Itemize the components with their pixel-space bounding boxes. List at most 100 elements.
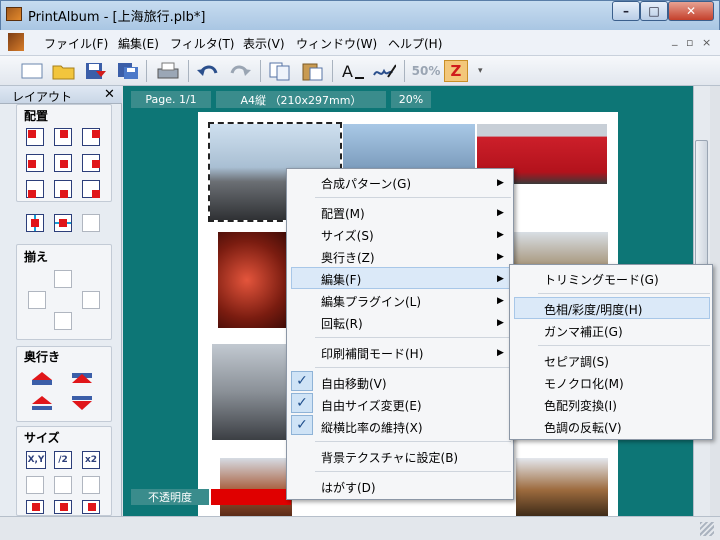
toolbar-overflow-icon[interactable]: ▾ [478,66,483,76]
size-half-button[interactable]: /2 [54,451,72,469]
app-icon [6,7,22,21]
mdi-close-button[interactable]: × [702,36,711,49]
align-bottom-icon[interactable] [54,312,72,330]
save-as-icon[interactable] [116,60,140,82]
resize-grip-icon[interactable] [700,522,714,536]
menu-item-size[interactable]: サイズ(S) [321,227,374,244]
menu-window[interactable]: ウィンドウ(W) [296,35,377,52]
menu-item-keep-aspect[interactable]: 縦横比率の維持(X) [321,419,423,436]
panel-close-icon[interactable]: ✕ [104,87,115,102]
size-double-button[interactable]: x2 [82,451,100,469]
place-position-7-icon[interactable] [26,180,44,198]
expand-icon[interactable] [26,500,44,514]
menu-file[interactable]: ファイル(F) [44,35,108,52]
submenu-item-invert[interactable]: 色調の反転(V) [544,419,622,436]
status-bar [0,516,720,540]
place-position-8-icon[interactable] [54,180,72,198]
place-position-2-icon[interactable] [54,128,72,146]
panel-title: レイアウト [12,90,73,104]
print-icon[interactable] [156,60,180,82]
grid-arrange-icon[interactable] [82,214,100,232]
close-button[interactable]: ✕ [668,1,714,21]
copy-icon[interactable] [268,60,292,82]
submenu-arrow-icon: ▶ [497,348,504,358]
submenu-item-sepia[interactable]: セピア調(S) [544,353,609,370]
menu-item-peel-off[interactable]: はがす(D) [321,479,376,496]
place-position-6-icon[interactable] [82,154,100,172]
submenu-item-color-swap[interactable]: 色配列変換(I) [544,397,617,414]
document-icon[interactable] [8,33,24,51]
submenu-arrow-icon: ▶ [497,230,504,240]
menu-item-depth[interactable]: 奥行き(Z) [321,249,375,266]
paper-size-indicator: A4縦 （210x297mm） [216,91,386,108]
svg-text:A: A [342,62,353,81]
menu-item-print-interpolation[interactable]: 印刷補間モード(H) [321,345,423,362]
size-xy-button[interactable]: X,Y [26,451,46,469]
menu-item-placement[interactable]: 配置(M) [321,205,365,222]
open-folder-icon[interactable] [52,60,76,82]
mdi-restore-button[interactable]: ▫ [686,36,693,49]
minimize-button[interactable]: – [612,1,640,21]
menu-item-free-move[interactable]: 自由移動(V) [321,375,387,392]
submenu-arrow-icon: ▶ [497,208,504,218]
menu-filter[interactable]: フィルタ(T) [170,35,234,52]
opacity-label: 不透明度 [131,489,209,505]
place-position-9-icon[interactable] [82,180,100,198]
place-position-5-icon[interactable] [54,154,72,172]
redo-icon[interactable] [228,60,252,82]
menu-help[interactable]: ヘルプ(H) [388,35,442,52]
fit-width-icon[interactable] [26,476,44,494]
submenu-item-hue-saturation[interactable]: 色相/彩度/明度(H) [544,301,642,318]
menu-edit[interactable]: 編集(E) [118,35,159,52]
check-icon: ✓ [291,371,313,391]
send-backward-icon[interactable] [28,394,56,415]
place-position-1-icon[interactable] [26,128,44,146]
submenu-arrow-icon: ▶ [497,252,504,262]
menu-item-edit-plugin[interactable]: 編集プラグイン(L) [321,293,421,310]
submenu-arrow-icon: ▶ [497,274,504,284]
align-top-icon[interactable] [54,270,72,288]
menu-item-free-resize[interactable]: 自由サイズ変更(E) [321,397,422,414]
photo-pagoda[interactable] [220,458,292,516]
edit-submenu: トリミングモード(G) 色相/彩度/明度(H) ガンマ補正(G) セピア調(S)… [509,264,713,440]
photo-food[interactable] [218,232,290,328]
distribute-horizontal-icon[interactable] [26,214,44,232]
align-right-icon[interactable] [82,291,100,309]
stretch-horizontal-icon[interactable] [82,500,100,514]
menu-item-rotate[interactable]: 回転(R) [321,315,363,332]
text-icon[interactable]: A [340,60,364,82]
fit-height-icon[interactable] [54,476,72,494]
bring-forward-icon[interactable] [68,370,96,391]
submenu-item-gamma[interactable]: ガンマ補正(G) [544,323,623,340]
distribute-vertical-icon[interactable] [54,214,72,232]
zoom-indicator: 20% [391,91,431,108]
submenu-item-monochrome[interactable]: モノクロ化(M) [544,375,624,392]
paste-icon[interactable] [300,60,324,82]
undo-icon[interactable] [196,60,220,82]
opacity-slider[interactable] [211,489,291,505]
fit-page-icon[interactable] [82,476,100,494]
stretch-vertical-icon[interactable] [54,500,72,514]
save-icon[interactable] [84,60,108,82]
check-icon: ✓ [291,393,313,413]
draw-icon[interactable] [372,60,396,82]
menu-item-set-background-texture[interactable]: 背景テクスチャに設定(B) [321,449,458,466]
menu-item-edit[interactable]: 編集(F) [321,271,361,288]
bring-to-front-icon[interactable] [28,370,56,391]
new-icon[interactable] [20,60,44,82]
zoom-50-icon[interactable]: 50% [412,60,441,82]
place-position-3-icon[interactable] [82,128,100,146]
photo-tower[interactable] [516,458,608,516]
page-indicator: Page. 1/1 [131,91,211,108]
mdi-minimize-button[interactable]: _ [672,33,678,46]
send-to-back-icon[interactable] [68,394,96,415]
submenu-item-trimming-mode[interactable]: トリミングモード(G) [544,271,659,288]
submenu-arrow-icon: ▶ [497,296,504,306]
menu-item-composite-pattern[interactable]: 合成パターン(G) [321,175,411,192]
maximize-button[interactable]: □ [640,1,668,21]
zoom-fit-icon[interactable]: Z [444,60,468,82]
menu-view[interactable]: 表示(V) [243,35,285,52]
place-position-4-icon[interactable] [26,154,44,172]
align-left-icon[interactable] [28,291,46,309]
photo-city-street[interactable] [212,344,290,440]
